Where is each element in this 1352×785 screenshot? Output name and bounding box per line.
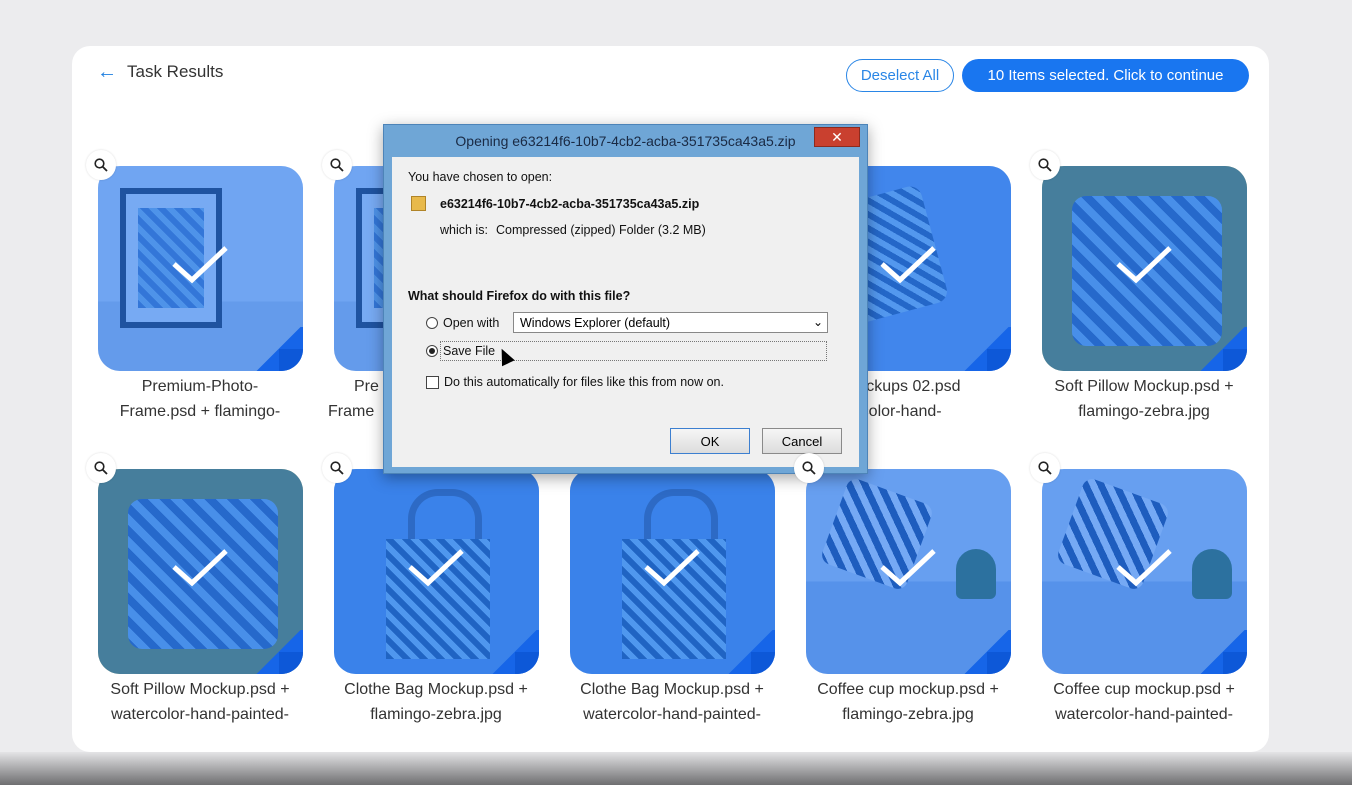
back-arrow-icon[interactable]: ← (97, 62, 117, 82)
check-icon (172, 549, 228, 587)
cancel-button[interactable]: Cancel (762, 428, 842, 454)
dialog-filename: e63214f6-10b7-4cb2-acba-351735ca43a5.zip (440, 197, 700, 211)
zoom-icon[interactable] (322, 150, 352, 180)
check-icon (1116, 549, 1172, 587)
card-caption: Premium-Photo- Frame.psd + flamingo- (119, 378, 281, 420)
zoom-icon[interactable] (86, 453, 116, 483)
open-with-value: Windows Explorer (default) (520, 315, 671, 330)
which-is-label: which is: (440, 223, 488, 237)
thumbnail-image[interactable] (98, 469, 303, 674)
bottom-shadow-band (0, 752, 1352, 785)
dialog-title: Opening e63214f6-10b7-4cb2-acba-351735ca… (455, 133, 796, 149)
zip-file-icon (411, 196, 426, 211)
check-icon (1116, 246, 1172, 284)
save-file-label[interactable]: Save File (443, 344, 495, 358)
which-is-value: Compressed (zipped) Folder (3.2 MB) (496, 223, 706, 237)
zoom-icon[interactable] (1030, 150, 1060, 180)
card-caption: Clothe Bag Mockup.psd + watercolor-hand-p… (580, 681, 764, 723)
open-with-label[interactable]: Open with (443, 316, 499, 330)
chevron-down-icon: ⌄ (812, 315, 823, 329)
zoom-icon[interactable] (86, 150, 116, 180)
back-nav[interactable]: ← Task Results (97, 62, 223, 82)
thumbnail-image[interactable] (334, 469, 539, 674)
zoom-icon[interactable] (1030, 453, 1060, 483)
close-icon[interactable]: ✕ (814, 127, 860, 147)
open-with-select[interactable]: Windows Explorer (default) ⌄ (513, 312, 828, 333)
thumbnail-image[interactable] (1042, 166, 1247, 371)
zoom-icon[interactable] (322, 453, 352, 483)
card-caption: Clothe Bag Mockup.psd + flamingo-zebra.jp… (344, 681, 528, 723)
page-title: Task Results (127, 62, 224, 81)
check-icon (880, 549, 936, 587)
check-icon (880, 246, 936, 284)
thumbnail-image[interactable] (1042, 469, 1247, 674)
card-caption: Coffee cup mockup.psd + flamingo-zebra.jp… (817, 681, 999, 723)
ok-button[interactable]: OK (670, 428, 750, 454)
check-icon (644, 549, 700, 587)
zoom-icon[interactable] (794, 453, 824, 483)
continue-button[interactable]: 10 Items selected. Click to continue (962, 59, 1249, 92)
save-file-radio[interactable] (426, 345, 438, 357)
auto-checkbox[interactable] (426, 376, 439, 389)
thumbnail-image[interactable] (570, 469, 775, 674)
deselect-all-button[interactable]: Deselect All (846, 59, 954, 92)
check-icon (172, 246, 228, 284)
thumbnail-image[interactable] (98, 166, 303, 371)
card-caption: Soft Pillow Mockup.psd + flamingo-zebra.j… (1054, 378, 1234, 420)
dialog-intro: You have chosen to open: (408, 170, 553, 184)
card-caption: Coffee cup mockup.psd + watercolor-hand-p… (1053, 681, 1235, 723)
check-icon (408, 549, 464, 587)
auto-checkbox-label[interactable]: Do this automatically for files like thi… (444, 375, 724, 389)
open-with-radio[interactable] (426, 317, 438, 329)
thumbnail-image[interactable] (806, 469, 1011, 674)
card-caption: Soft Pillow Mockup.psd + watercolor-hand-… (110, 681, 290, 723)
dialog-question: What should Firefox do with this file? (408, 289, 631, 303)
